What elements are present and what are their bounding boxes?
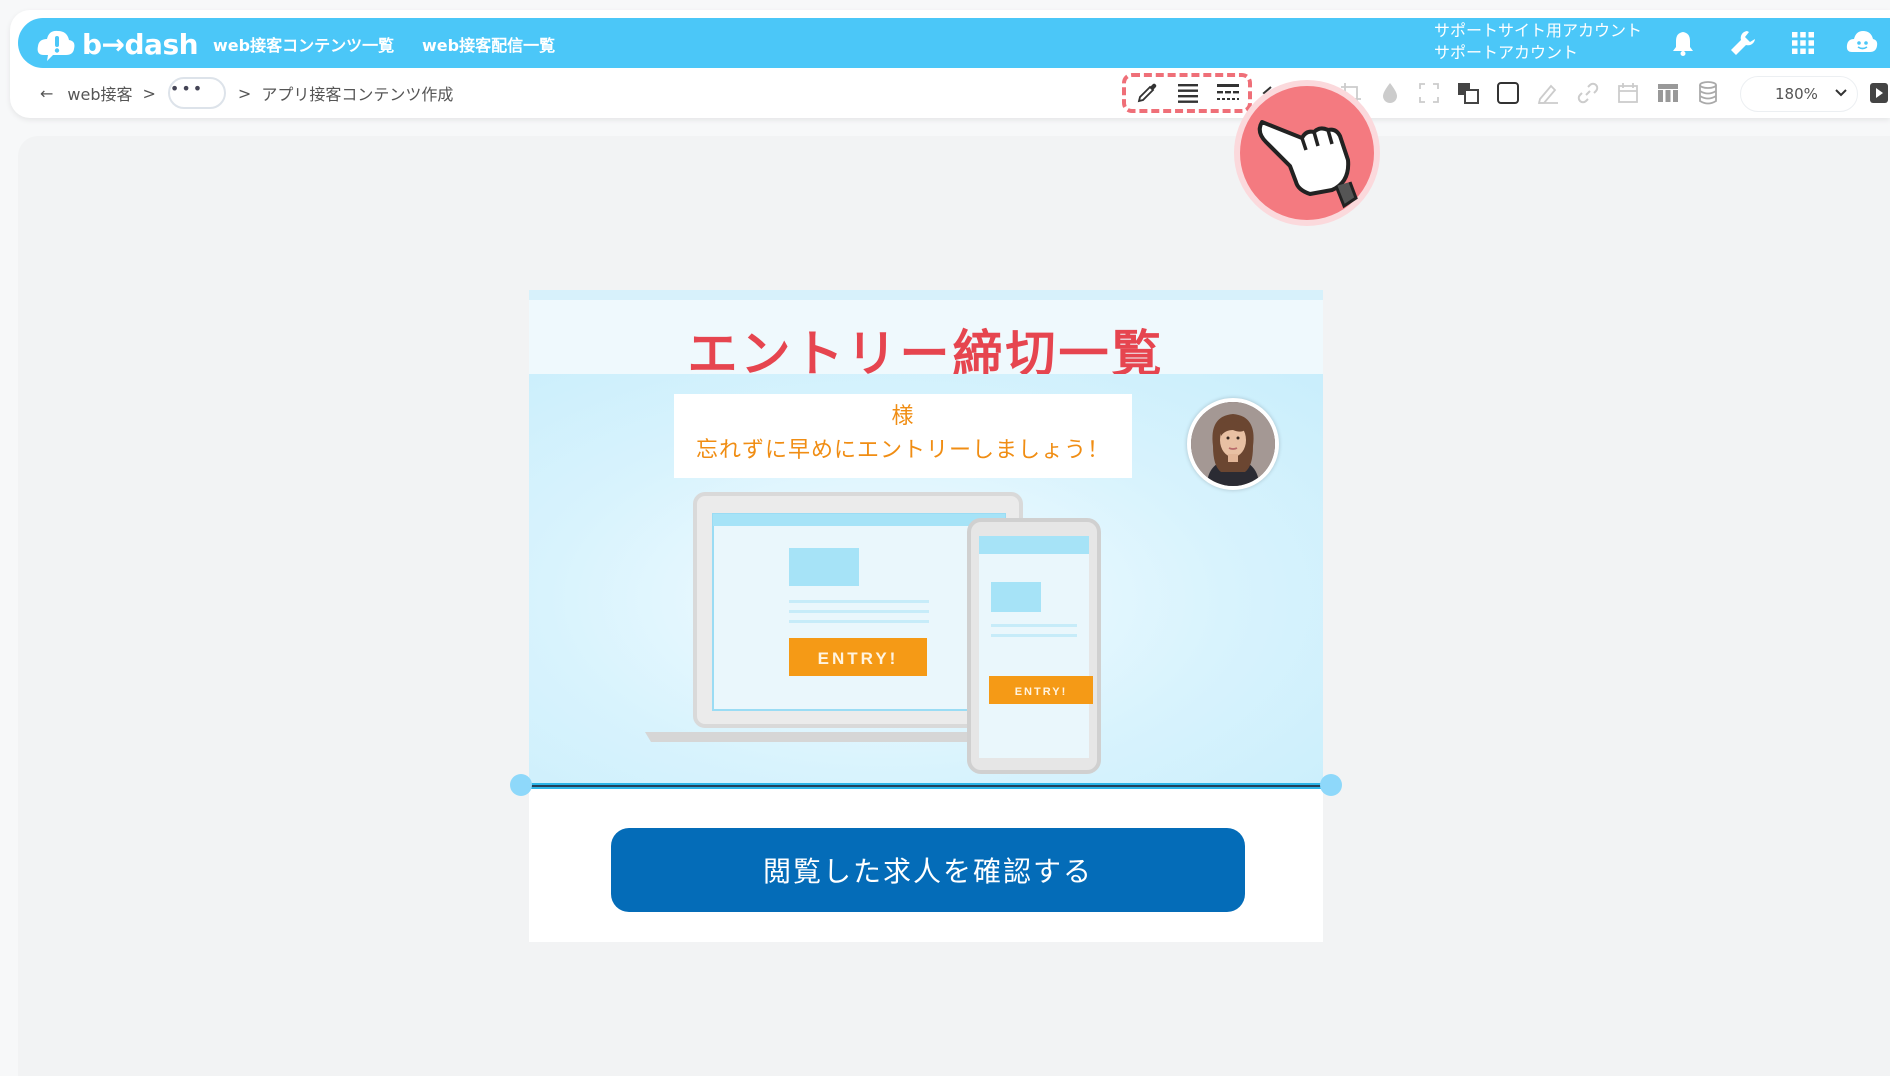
nav-web-content-list[interactable]: web接客コンテンツ一覧: [213, 32, 394, 56]
hero-image[interactable]: 様 忘れずに早めにエントリーしましょう！ ENTRY! ENTRY!: [529, 374, 1323, 784]
tutorial-pointer: [1234, 80, 1380, 226]
resize-handle-left[interactable]: [510, 774, 532, 796]
breadcrumb: ← web接客 > ••• > アプリ接客コンテンツ作成: [40, 77, 454, 109]
cta-button[interactable]: 閲覧した求人を確認する: [611, 828, 1245, 912]
play-icon[interactable]: [1870, 78, 1890, 108]
breadcrumb-current: アプリ接客コンテンツ作成: [261, 85, 454, 104]
user-avatar-icon[interactable]: [1845, 26, 1879, 60]
message-honorific: 様: [891, 404, 915, 429]
nav-web-delivery-list[interactable]: web接客配信一覧: [422, 32, 555, 56]
logo[interactable]: b→dash: [36, 24, 199, 64]
table-icon[interactable]: [1653, 78, 1683, 108]
email-content-preview[interactable]: エントリー締切一覧 様 忘れずに早めにエントリーしましょう！ ENTRY! EN…: [510, 290, 1342, 942]
account-info[interactable]: サポートサイト用アカウント サポートアカウント: [1434, 20, 1642, 64]
drop-icon[interactable]: [1375, 78, 1405, 108]
device-illustration: ENTRY! ENTRY!: [639, 492, 1119, 784]
person-avatar-image: [1187, 398, 1279, 490]
breadcrumb-separator: >: [142, 83, 156, 103]
database-icon[interactable]: [1693, 78, 1723, 108]
phone-entry-label: ENTRY!: [1015, 686, 1068, 698]
pen-icon[interactable]: [1533, 78, 1563, 108]
back-arrow-icon[interactable]: ←: [40, 84, 53, 103]
breadcrumb-more-button[interactable]: •••: [167, 77, 226, 109]
message-text: 忘れずに早めにエントリーしましょう！: [695, 438, 1110, 463]
email-header[interactable]: エントリー締切一覧: [529, 290, 1323, 383]
selected-divider-line[interactable]: [519, 783, 1333, 789]
breadcrumb-root[interactable]: web接客: [67, 81, 132, 105]
account-name-line2: サポートアカウント: [1434, 43, 1579, 62]
logo-cloud-icon: [36, 27, 76, 61]
border-box-icon[interactable]: [1493, 78, 1523, 108]
zoom-select[interactable]: 180%: [1740, 76, 1858, 112]
bell-icon[interactable]: [1666, 26, 1700, 60]
chevron-down-icon: [1833, 85, 1849, 105]
laptop-entry-label: ENTRY!: [818, 649, 899, 668]
layer-order-icon[interactable]: [1453, 78, 1483, 108]
breadcrumb-separator: >: [237, 83, 252, 103]
account-name-line1: サポートサイト用アカウント: [1434, 21, 1643, 40]
wrench-icon[interactable]: [1726, 26, 1760, 60]
link-icon[interactable]: [1573, 78, 1603, 108]
message-box[interactable]: 様 忘れずに早めにエントリーしましょう！: [674, 394, 1132, 478]
logo-text: b→dash: [82, 27, 199, 61]
calendar-icon[interactable]: [1613, 78, 1643, 108]
resize-handle-right[interactable]: [1320, 774, 1342, 796]
pointing-hand-icon: [1257, 120, 1358, 209]
toolbar-highlight-frame: [1122, 73, 1252, 113]
app-grid-icon[interactable]: [1786, 26, 1820, 60]
zoom-value: 180%: [1775, 85, 1818, 103]
fullscreen-icon[interactable]: [1414, 78, 1444, 108]
